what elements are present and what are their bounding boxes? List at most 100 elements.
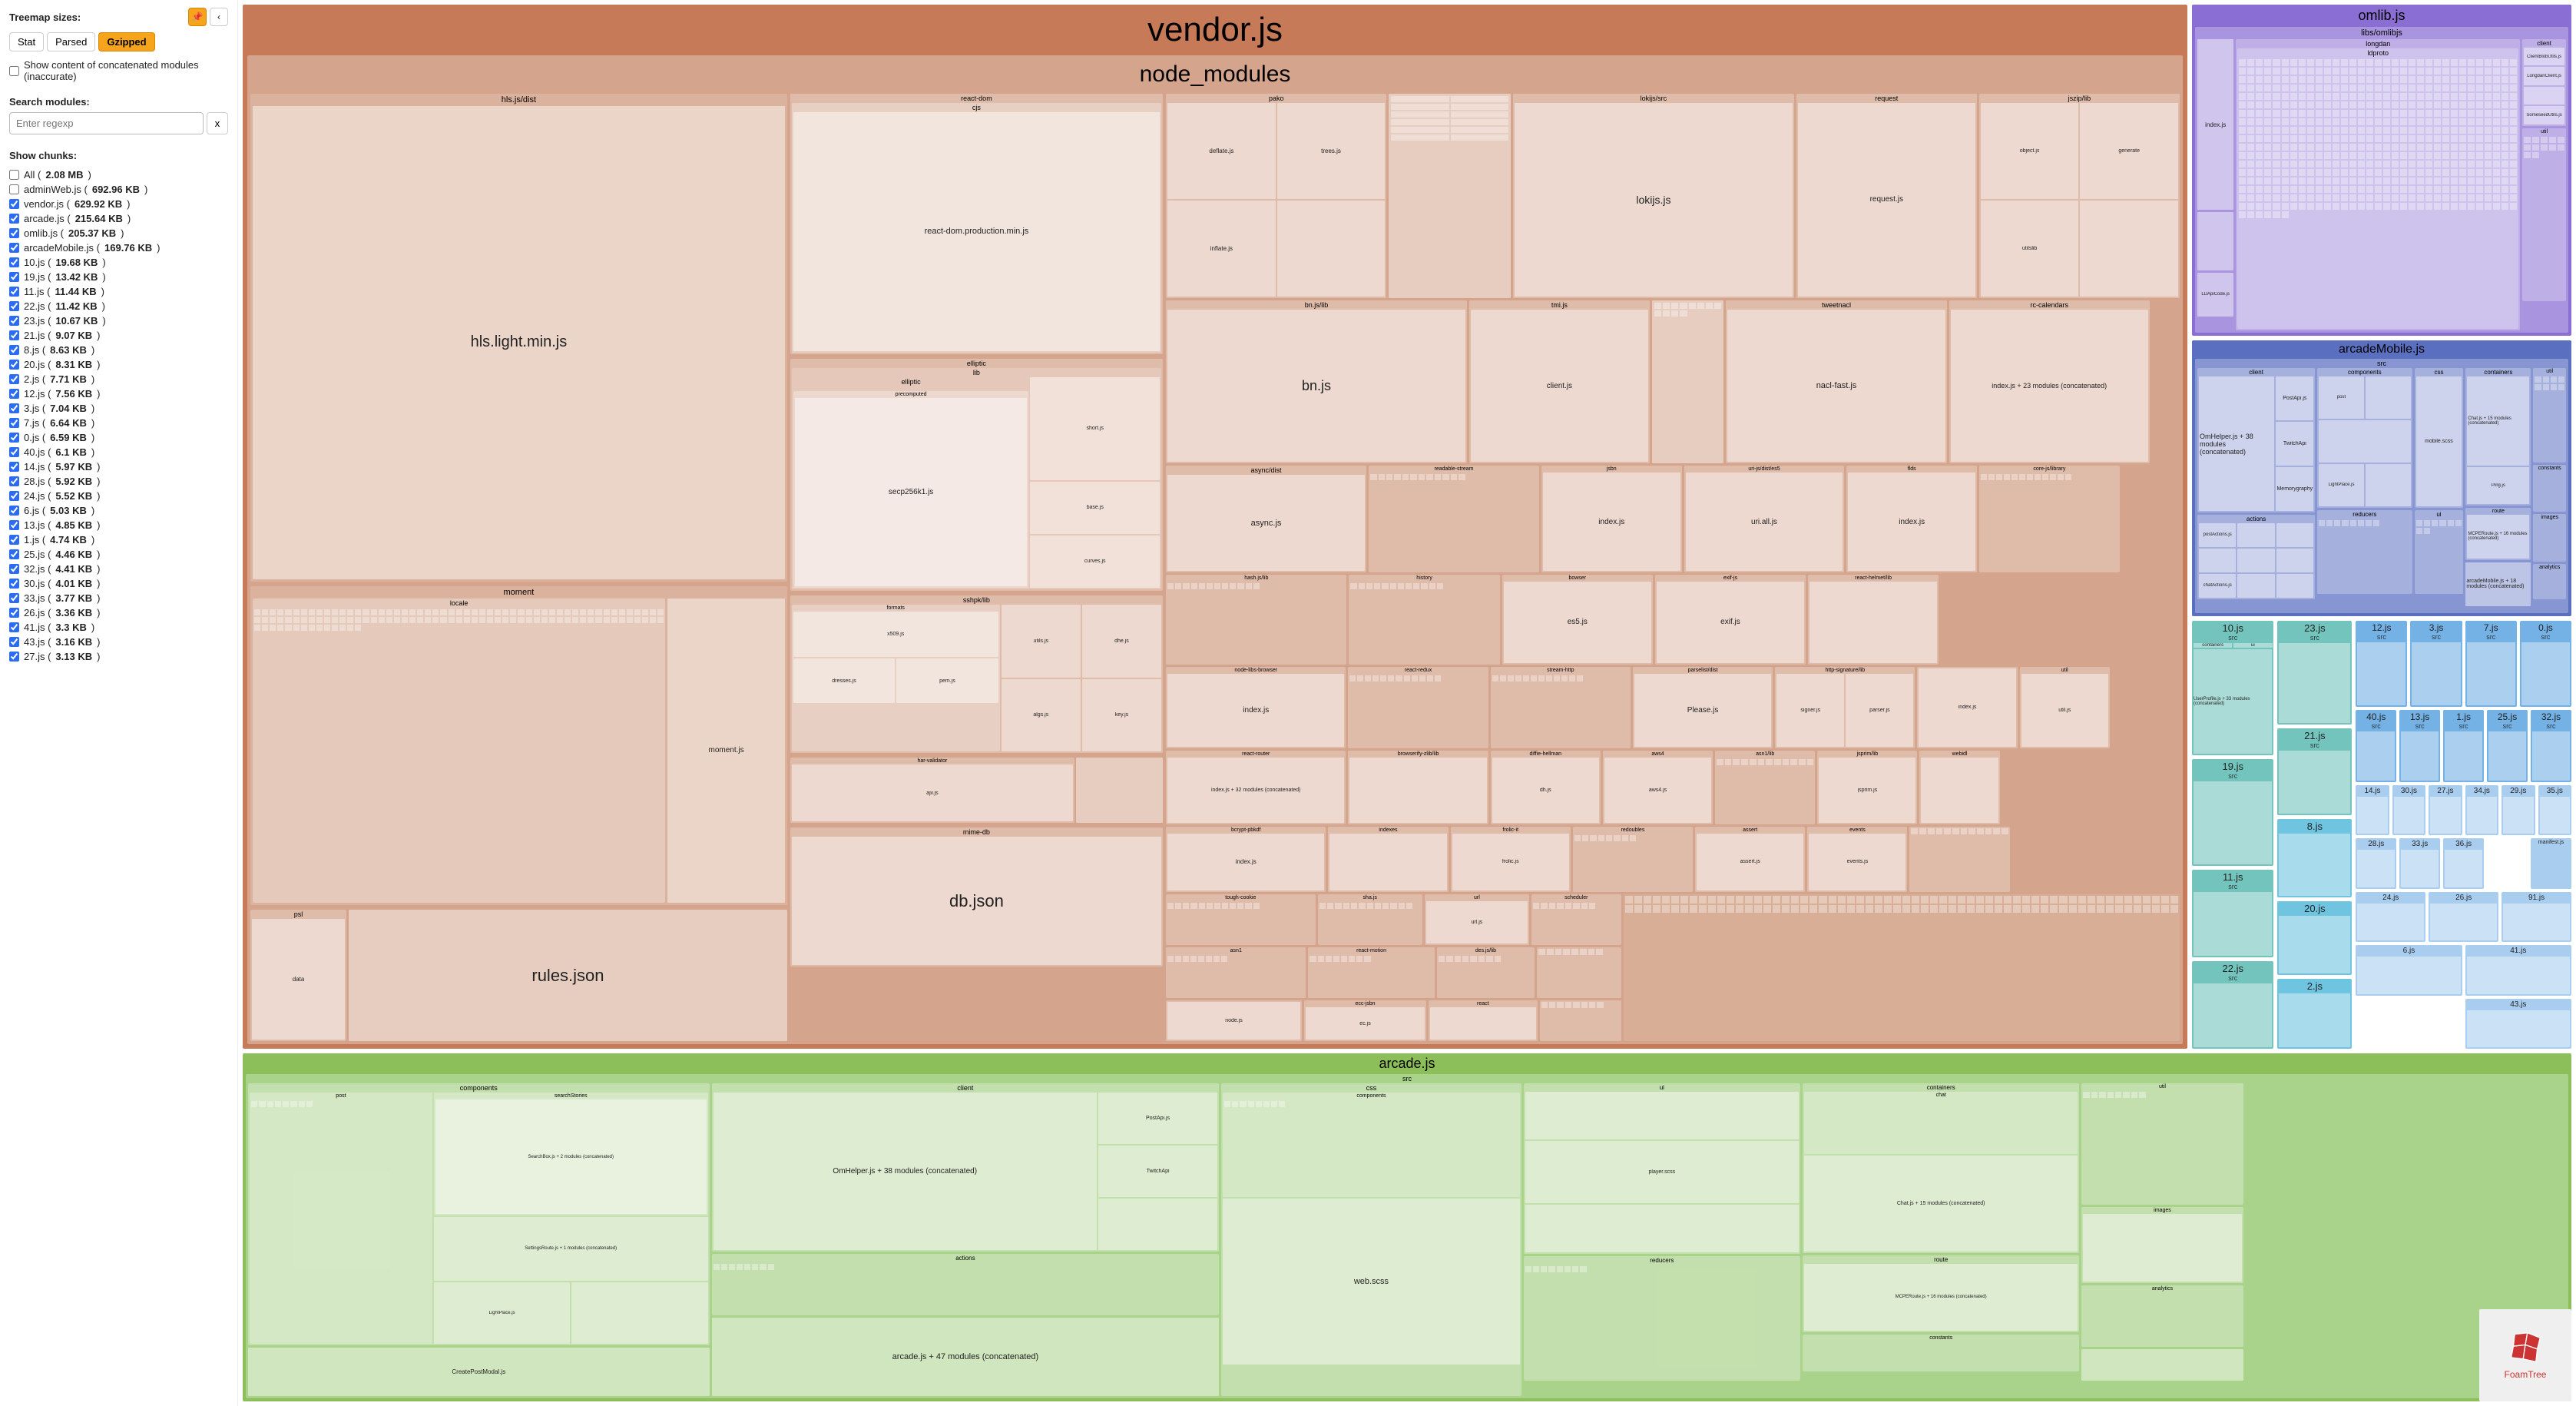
chunk-checkbox[interactable] — [9, 433, 19, 443]
chunk-small[interactable]: 0.jssrc — [2520, 621, 2571, 707]
chunk-arcade[interactable]: arcade.js src components post — [243, 1053, 2571, 1401]
chunk-row[interactable]: 6.js (5.03 KB) — [9, 503, 228, 518]
size-gzipped-button[interactable]: Gzipped — [98, 32, 154, 51]
chunk-row[interactable]: 2.js (7.71 KB) — [9, 372, 228, 386]
chunk-checkbox[interactable] — [9, 476, 19, 486]
chunk-small[interactable]: 32.jssrc — [2531, 710, 2571, 781]
chunk-small[interactable]: 40.jssrc — [2356, 710, 2396, 781]
chunk-checkbox[interactable] — [9, 345, 19, 355]
chunk-small[interactable]: 21.js src — [2277, 728, 2352, 815]
chunk-row[interactable]: 7.js (6.64 KB) — [9, 416, 228, 430]
chunk-small[interactable]: 25.jssrc — [2487, 710, 2528, 781]
chunk-checkbox[interactable] — [9, 637, 19, 647]
chunk-checkbox[interactable] — [9, 228, 19, 238]
chunk-checkbox[interactable] — [9, 491, 19, 501]
chunk-small[interactable]: 6.js — [2356, 945, 2462, 995]
chunk-row[interactable]: arcadeMobile.js (169.76 KB) — [9, 240, 228, 255]
chunk-checkbox[interactable] — [9, 622, 19, 632]
chunk-row[interactable]: 26.js (3.36 KB) — [9, 605, 228, 620]
chunk-small[interactable]: 7.jssrc — [2465, 621, 2517, 707]
search-clear-button[interactable]: x — [207, 112, 228, 134]
chunk-checkbox[interactable] — [9, 287, 19, 297]
treemap[interactable]: vendor.js node_modules hls.js/dist hls.l… — [238, 0, 2576, 1406]
chunk-small[interactable]: 36.js — [2443, 838, 2484, 888]
chunk-checkbox[interactable] — [9, 652, 19, 662]
search-input[interactable] — [9, 112, 204, 134]
chunk-row[interactable]: adminWeb.js (692.96 KB) — [9, 182, 228, 197]
chunk-row[interactable]: 30.js (4.01 KB) — [9, 576, 228, 591]
chunk-row[interactable]: 33.js (3.77 KB) — [9, 591, 228, 605]
chunk-checkbox[interactable] — [9, 593, 19, 603]
chunk-checkbox[interactable] — [9, 579, 19, 589]
chunk-row[interactable]: 43.js (3.16 KB) — [9, 635, 228, 649]
chunk-row[interactable]: 25.js (4.46 KB) — [9, 547, 228, 562]
chunk-checkbox[interactable] — [9, 170, 19, 180]
chunk-small[interactable]: 28.js — [2356, 838, 2396, 888]
chunk-checkbox[interactable] — [9, 447, 19, 457]
chunk-row[interactable]: 10.js (19.68 KB) — [9, 255, 228, 270]
chunk-small[interactable]: 13.jssrc — [2399, 710, 2440, 781]
chunk-small[interactable]: 10.jssrccontainersuiUserProfile.js + 33 … — [2192, 621, 2273, 755]
chunk-row[interactable]: 21.js (9.07 KB) — [9, 328, 228, 343]
concat-modules-toggle[interactable]: Show content of concatenated modules (in… — [9, 59, 228, 82]
chunk-row[interactable]: omlib.js (205.37 KB) — [9, 226, 228, 240]
size-stat-button[interactable]: Stat — [9, 32, 44, 51]
chunk-omlib[interactable]: omlib.js libs/omlibjs index.js LDApiCode… — [2192, 5, 2571, 336]
chunk-arcade-mobile[interactable]: arcadeMobile.js src client OmHelper.js +… — [2192, 340, 2571, 616]
chunk-small[interactable]: 12.jssrc — [2356, 621, 2407, 707]
pin-button[interactable]: 📌 — [188, 8, 207, 26]
chunk-row[interactable]: 24.js (5.52 KB) — [9, 489, 228, 503]
chunk-small[interactable]: manifest.js — [2531, 838, 2571, 888]
chunk-row[interactable]: 13.js (4.85 KB) — [9, 518, 228, 532]
chunk-row[interactable]: 12.js (7.56 KB) — [9, 386, 228, 401]
chunk-small[interactable]: 29.js — [2502, 785, 2535, 835]
chunk-small[interactable]: 3.jssrc — [2410, 621, 2462, 707]
chunk-small[interactable]: 2.js — [2277, 979, 2352, 1049]
chunk-checkbox[interactable] — [9, 389, 19, 399]
chunk-row[interactable]: 19.js (13.42 KB) — [9, 270, 228, 284]
chunk-small[interactable]: 41.js — [2465, 945, 2571, 995]
chunk-checkbox[interactable] — [9, 243, 19, 253]
chunk-small[interactable]: 20.js — [2277, 901, 2352, 975]
chunk-checkbox[interactable] — [9, 316, 19, 326]
chunk-checkbox[interactable] — [9, 608, 19, 618]
chunk-row[interactable]: vendor.js (629.92 KB) — [9, 197, 228, 211]
chunk-row[interactable]: 20.js (8.31 KB) — [9, 357, 228, 372]
chunk-small[interactable]: 24.js — [2356, 892, 2425, 942]
chunk-small[interactable]: 23.js src — [2277, 621, 2352, 725]
chunk-small[interactable]: 27.js — [2429, 785, 2462, 835]
chunk-row[interactable]: 41.js (3.3 KB) — [9, 620, 228, 635]
chunk-small[interactable]: 91.js — [2502, 892, 2571, 942]
chunk-row[interactable]: 0.js (6.59 KB) — [9, 430, 228, 445]
foamtree-logo[interactable]: FoamTree — [2479, 1309, 2571, 1401]
chunk-row[interactable]: arcade.js (215.64 KB) — [9, 211, 228, 226]
chunk-checkbox[interactable] — [9, 330, 19, 340]
chunk-row[interactable]: All (2.08 MB) — [9, 167, 228, 182]
chunk-vendor[interactable]: vendor.js node_modules hls.js/dist hls.l… — [243, 5, 2187, 1049]
chunk-small[interactable]: 35.js — [2538, 785, 2571, 835]
chunk-checkbox[interactable] — [9, 199, 19, 209]
chunk-row[interactable]: 28.js (5.92 KB) — [9, 474, 228, 489]
chunk-checkbox[interactable] — [9, 520, 19, 530]
chunk-row[interactable]: 1.js (4.74 KB) — [9, 532, 228, 547]
chunk-row[interactable]: 27.js (3.13 KB) — [9, 649, 228, 664]
chunk-small[interactable]: 8.js — [2277, 819, 2352, 897]
chunk-row[interactable]: 3.js (7.04 KB) — [9, 401, 228, 416]
chunk-checkbox[interactable] — [9, 549, 19, 559]
chunk-small[interactable]: 22.jssrc — [2192, 961, 2273, 1049]
chunk-checkbox[interactable] — [9, 535, 19, 545]
chunk-checkbox[interactable] — [9, 214, 19, 224]
chunk-row[interactable]: 22.js (11.42 KB) — [9, 299, 228, 313]
chunk-checkbox[interactable] — [9, 564, 19, 574]
concat-modules-checkbox[interactable] — [9, 66, 19, 76]
chunk-small[interactable]: 43.js — [2465, 999, 2571, 1049]
chunk-row[interactable]: 14.js (5.97 KB) — [9, 459, 228, 474]
chunk-small[interactable]: 26.js — [2429, 892, 2498, 942]
chunk-small[interactable]: 30.js — [2392, 785, 2425, 835]
chunk-checkbox[interactable] — [9, 462, 19, 472]
collapse-button[interactable]: ‹ — [210, 8, 228, 26]
chunk-small[interactable]: 34.js — [2465, 785, 2498, 835]
chunk-checkbox[interactable] — [9, 418, 19, 428]
chunk-row[interactable]: 11.js (11.44 KB) — [9, 284, 228, 299]
chunk-checkbox[interactable] — [9, 184, 19, 194]
